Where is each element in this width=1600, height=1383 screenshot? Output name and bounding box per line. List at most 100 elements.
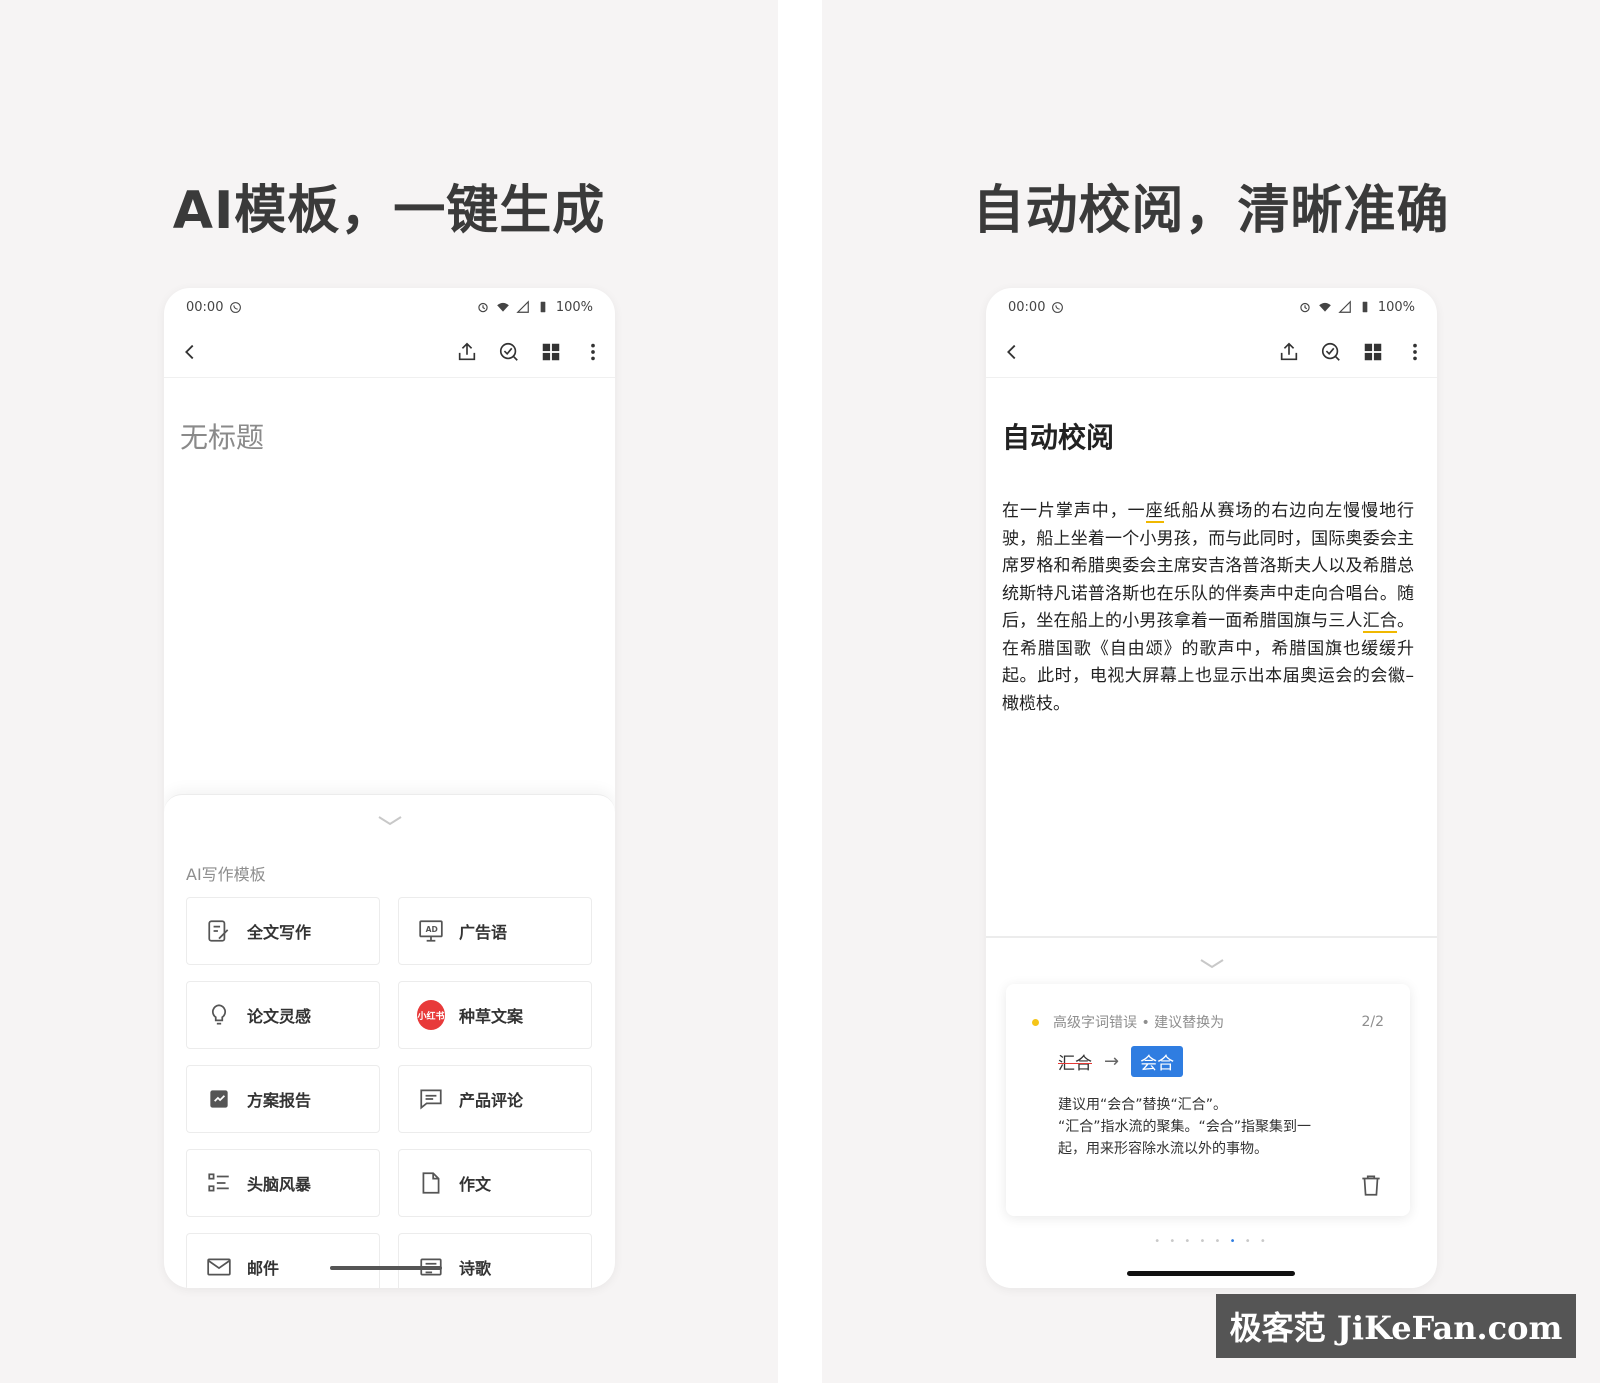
app-toolbar <box>164 326 615 378</box>
severity-dot <box>1032 1018 1039 1026</box>
sheet-label: AI写作模板 <box>186 865 266 884</box>
template-product-review[interactable]: 产品评论 <box>398 1065 592 1133</box>
back-button[interactable] <box>1000 340 1024 364</box>
proofread-button[interactable] <box>497 340 521 364</box>
chevron-down-icon <box>1199 959 1224 969</box>
more-vertical-icon <box>591 343 595 360</box>
template-label: 产品评论 <box>459 1091 524 1110</box>
trash-icon <box>1362 1175 1380 1196</box>
template-full-writing[interactable]: 全文写作 <box>186 897 380 965</box>
template-slogan[interactable]: AD 广告语 <box>398 897 592 965</box>
status-bar: 00:00 100% <box>164 288 615 326</box>
search-check-icon <box>1321 342 1340 361</box>
pager-dots: • • <box>1244 1236 1269 1247</box>
doc-title-input[interactable]: 自动校阅 <box>1002 416 1114 456</box>
right-promo-panel: 自动校阅，清晰准确 00:00 100% 自动校阅 在一片掌声中，一座纸船从赛场… <box>822 0 1600 1383</box>
battery-level: 100% <box>555 299 593 315</box>
template-proposal-report[interactable]: 方案报告 <box>186 1065 380 1133</box>
flagged-word[interactable]: 座 <box>1145 501 1164 523</box>
status-time: 00:00 <box>186 299 224 315</box>
doc-title-input[interactable]: 无标题 <box>180 416 264 456</box>
home-indicator[interactable] <box>1127 1271 1295 1276</box>
template-label: 诗歌 <box>459 1259 492 1278</box>
template-label: 种草文案 <box>459 1007 524 1026</box>
xiaohongshu-icon: 小红书 <box>417 1000 445 1030</box>
delete-button[interactable] <box>1358 1172 1384 1198</box>
template-poem[interactable]: 诗歌 <box>398 1233 592 1288</box>
app-toolbar <box>986 326 1437 378</box>
share-icon <box>1280 342 1298 360</box>
list-icon <box>205 1169 233 1197</box>
template-label: 广告语 <box>459 923 508 942</box>
suggestion-category: 高级字词错误 • 建议替换为 <box>1053 1015 1225 1031</box>
suggestion-explanation: 建议用“会合”替换“汇合”。 “汇合”指水流的聚集。“会合”指聚集到一起，用来形… <box>1058 1094 1338 1160</box>
signal-icon <box>1338 300 1351 313</box>
right-phone-screen: 00:00 100% 自动校阅 在一片掌声中，一座纸船从赛场的右边向左慢慢地行驶… <box>986 288 1437 1288</box>
template-essay[interactable]: 作文 <box>398 1149 592 1217</box>
lightbulb-icon <box>205 1001 233 1029</box>
template-label: 全文写作 <box>247 923 312 942</box>
proofread-button[interactable] <box>1319 340 1343 364</box>
battery-icon <box>540 301 546 313</box>
grid-button[interactable] <box>1361 340 1385 364</box>
template-email[interactable]: 邮件 <box>186 1233 380 1288</box>
template-xiaohongshu-copy[interactable]: 小红书 种草文案 <box>398 981 592 1049</box>
comment-icon <box>417 1085 445 1113</box>
left-phone-screen: 00:00 100% 无标题 AI写作模板 全文写作 AD 广告语 论文灵感 小… <box>164 288 615 1288</box>
more-button[interactable] <box>581 340 605 364</box>
flagged-word[interactable]: 汇合 <box>1362 611 1398 633</box>
right-headline: 自动校阅，清晰准确 <box>972 181 1450 241</box>
ai-template-sheet: AI写作模板 全文写作 AD 广告语 论文灵感 小红书 种草文案 方案报告 产品… <box>164 794 615 1288</box>
sheet-collapse-handle[interactable] <box>1198 956 1226 972</box>
share-button[interactable] <box>455 340 479 364</box>
pager-dot-active: • <box>1229 1236 1239 1247</box>
alarm-icon <box>478 302 488 313</box>
wifi-icon <box>1318 302 1331 312</box>
ad-board-icon: AD <box>417 917 445 945</box>
signal-icon <box>516 300 529 313</box>
document-icon <box>417 1169 445 1197</box>
more-button[interactable] <box>1403 340 1427 364</box>
sheet-collapse-handle[interactable] <box>376 813 404 829</box>
grid-button[interactable] <box>539 340 563 364</box>
wrong-word: 汇合 <box>1058 1054 1092 1074</box>
alarm-icon <box>1300 302 1310 313</box>
template-label: 邮件 <box>247 1259 280 1278</box>
explanation-line: “汇合”指水流的聚集。“会合”指聚集到一起，用来形容除水流以外的事物。 <box>1058 1119 1312 1157</box>
pager-dots: • • • • • <box>1154 1236 1224 1247</box>
explanation-line: 建议用“会合”替换“汇合”。 <box>1058 1097 1228 1113</box>
suggestion-count: 2/2 <box>1361 1014 1384 1030</box>
page-indicator: • • • • • • • • <box>986 1236 1437 1247</box>
template-thesis-ideas[interactable]: 论文灵感 <box>186 981 380 1049</box>
chevron-left-icon <box>185 344 194 359</box>
wifi-icon <box>496 302 509 312</box>
doc-body-text[interactable]: 在一片掌声中，一座纸船从赛场的右边向左慢慢地行驶，船上坐着一个小男孩，而与此同时… <box>1002 498 1414 718</box>
svg-text:AD: AD <box>426 925 438 934</box>
status-bar: 00:00 100% <box>986 288 1437 326</box>
whatsapp-icon <box>230 301 242 313</box>
template-label: 头脑风暴 <box>247 1175 312 1194</box>
arrow-right-icon: → <box>1104 1051 1120 1072</box>
body-text: 在一片掌声中，一 <box>1002 501 1146 521</box>
template-label: 论文灵感 <box>247 1007 312 1026</box>
template-brainstorm[interactable]: 头脑风暴 <box>186 1149 380 1217</box>
more-vertical-icon <box>1413 343 1417 360</box>
left-promo-panel: AI模板，一键生成 00:00 100% 无标题 AI写作模板 全文写作 AD … <box>0 0 778 1383</box>
edit-doc-icon <box>205 917 233 945</box>
chevron-down-icon <box>377 816 402 826</box>
share-button[interactable] <box>1277 340 1301 364</box>
home-indicator[interactable] <box>330 1266 442 1270</box>
template-grid: 全文写作 AD 广告语 论文灵感 小红书 种草文案 方案报告 产品评论 头脑风暴… <box>186 897 592 1288</box>
grid-icon <box>542 343 560 360</box>
proofread-sheet: 高级字词错误 • 建议替换为 2/2 汇合 → 会合 建议用“会合”替换“汇合”… <box>986 936 1437 1288</box>
template-label: 方案报告 <box>247 1091 312 1110</box>
back-button[interactable] <box>178 340 202 364</box>
template-label: 作文 <box>459 1175 492 1194</box>
status-time: 00:00 <box>1008 299 1046 315</box>
battery-level: 100% <box>1377 299 1415 315</box>
accept-suggestion-button[interactable]: 会合 <box>1131 1046 1184 1077</box>
site-watermark: 极客范 JiKeFan.com <box>1216 1294 1576 1358</box>
grid-icon <box>1364 343 1382 360</box>
suggestion-swap: 汇合 → 会合 <box>1058 1046 1184 1077</box>
share-icon <box>458 342 476 360</box>
